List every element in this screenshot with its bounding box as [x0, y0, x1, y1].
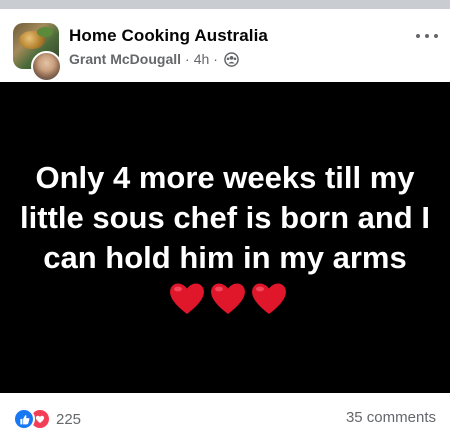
- like-icon: [13, 408, 35, 430]
- red-heart-icon: [252, 282, 286, 314]
- post-background: Only 4 more weeks till my little sous ch…: [0, 82, 450, 393]
- red-heart-icon: [170, 282, 204, 314]
- post-time[interactable]: 4h: [194, 51, 210, 67]
- group-members-icon: [224, 51, 239, 67]
- top-divider: [0, 0, 450, 9]
- herb-garnish-image: [37, 27, 53, 37]
- post-text: Only 4 more weeks till my little sous ch…: [20, 159, 430, 275]
- red-heart-icon: [211, 282, 245, 314]
- group-name[interactable]: Home Cooking Australia: [69, 26, 268, 46]
- post-text-block: Only 4 more weeks till my little sous ch…: [15, 158, 435, 318]
- reactions-summary[interactable]: 225: [13, 408, 81, 430]
- post-meta: Grant McDougall · 4h ·: [69, 51, 239, 67]
- post-header: Home Cooking Australia Grant McDougall ·…: [0, 9, 450, 82]
- reaction-count: 225: [56, 410, 82, 428]
- meta-separator-2: ·: [213, 51, 218, 67]
- meta-separator: ·: [185, 51, 190, 67]
- post-footer: 225 35 comments: [0, 393, 450, 441]
- hearts-emoji: [167, 280, 289, 316]
- author-avatar[interactable]: [31, 51, 62, 82]
- more-options-icon[interactable]: [416, 31, 438, 41]
- comments-count[interactable]: 35 comments: [346, 409, 436, 426]
- author-name[interactable]: Grant McDougall: [69, 51, 181, 67]
